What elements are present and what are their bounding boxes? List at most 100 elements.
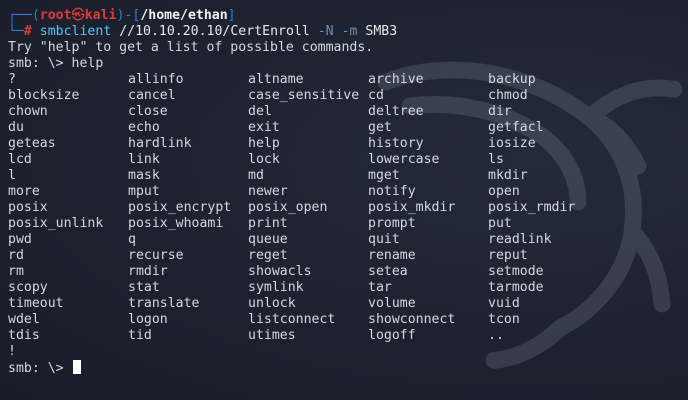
help-command-item: quit bbox=[368, 232, 400, 247]
help-command-item: deltree bbox=[368, 104, 424, 119]
help-command-item: exit bbox=[248, 120, 280, 135]
help-command-item: posix_unlink bbox=[8, 216, 104, 231]
help-command-item: queue bbox=[248, 232, 288, 247]
help-command-item: del bbox=[248, 104, 272, 119]
help-command-item: unlock bbox=[248, 296, 296, 311]
help-command-item: link bbox=[128, 152, 160, 167]
help-command-item: posix_open bbox=[248, 200, 328, 215]
help-command-item: mput bbox=[128, 184, 160, 199]
help-command-item: recurse bbox=[128, 248, 184, 263]
help-command-item: altname bbox=[248, 72, 304, 87]
help-command-item: dir bbox=[488, 104, 512, 119]
smb-help-prompt: smb: \> help bbox=[8, 56, 104, 71]
help-command-item: tcon bbox=[488, 312, 520, 327]
help-command-item: timeout bbox=[8, 296, 64, 311]
prompt-frame-end: ] bbox=[227, 8, 236, 23]
help-command-item: rename bbox=[368, 248, 416, 263]
help-command-item: cancel bbox=[128, 88, 176, 103]
help-command-item bbox=[368, 344, 488, 360]
help-command-item bbox=[128, 344, 248, 360]
help-command-item: tar bbox=[368, 280, 392, 295]
help-command-item: get bbox=[368, 120, 392, 135]
help-command-item: ls bbox=[488, 152, 504, 167]
help-command-item: mkdir bbox=[488, 168, 528, 183]
command-flag-m: -m bbox=[341, 24, 358, 39]
help-command-item: setea bbox=[368, 264, 408, 279]
help-command-item: volume bbox=[368, 296, 416, 311]
help-command-item: rm bbox=[8, 264, 24, 279]
help-command-item: posix_rmdir bbox=[488, 200, 576, 215]
help-command-item: hardlink bbox=[128, 136, 192, 151]
command-proto: SMB3 bbox=[365, 24, 398, 39]
skull-icon: ㉿ bbox=[71, 8, 85, 23]
help-command-item: reget bbox=[248, 248, 288, 263]
help-command-item: tdis bbox=[8, 328, 40, 343]
command-line: └─# smbclient //10.10.20.10/CertEnroll -… bbox=[8, 24, 680, 40]
help-command-item: more bbox=[8, 184, 40, 199]
help-command-item: ! bbox=[8, 344, 16, 359]
help-command-item: geteas bbox=[8, 136, 56, 151]
help-command-item: cd bbox=[368, 88, 384, 103]
help-command-item: allinfo bbox=[128, 72, 184, 87]
help-command-item: lock bbox=[248, 152, 280, 167]
help-command-item: newer bbox=[248, 184, 288, 199]
help-command-item: chmod bbox=[488, 88, 528, 103]
help-command-item: archive bbox=[368, 72, 424, 87]
help-command-item: tid bbox=[128, 328, 152, 343]
help-command-item: posix_mkdir bbox=[368, 200, 456, 215]
help-command-item: readlink bbox=[488, 232, 552, 247]
help-command-item: tarmode bbox=[488, 280, 544, 295]
prompt-frame-top: ┌──( bbox=[8, 8, 40, 23]
hint-line: Try "help" to get a list of possible com… bbox=[8, 40, 374, 55]
help-command-item: utimes bbox=[248, 328, 296, 343]
help-command-item: q bbox=[128, 232, 136, 247]
help-command-item: listconnect bbox=[248, 312, 336, 327]
command-flag-n: -N bbox=[317, 24, 334, 39]
help-command-item: l bbox=[8, 168, 16, 183]
help-command-item: posix_encrypt bbox=[128, 200, 232, 215]
help-command-item: chown bbox=[8, 104, 48, 119]
help-command-item bbox=[248, 344, 368, 360]
smb-prompt-text: smb: \> bbox=[8, 361, 72, 376]
help-command-item: posix bbox=[8, 200, 48, 215]
help-command-item: lcd bbox=[8, 152, 32, 167]
help-command-item: echo bbox=[128, 120, 160, 135]
help-command-item: ? bbox=[8, 72, 16, 87]
help-command-item: reput bbox=[488, 248, 528, 263]
block-cursor-icon bbox=[72, 360, 81, 374]
help-command-item: vuid bbox=[488, 296, 520, 311]
help-command-item: close bbox=[128, 104, 168, 119]
help-command-item: mget bbox=[368, 168, 400, 183]
help-command-item: rd bbox=[8, 248, 24, 263]
help-command-item: translate bbox=[128, 296, 200, 311]
help-command-item: logon bbox=[128, 312, 168, 327]
prompt-line: ┌──(root㉿kali)-[/home/ethan] bbox=[8, 8, 680, 24]
help-command-item: case_sensitive bbox=[248, 88, 360, 103]
help-command-item: notify bbox=[368, 184, 416, 199]
prompt-frame-bottom: └─ bbox=[8, 24, 24, 39]
help-command-item: .. bbox=[488, 328, 504, 343]
help-command-item: wdel bbox=[8, 312, 40, 327]
help-command-item: backup bbox=[488, 72, 536, 87]
prompt-user: root bbox=[39, 8, 72, 23]
help-command-item: pwd bbox=[8, 232, 32, 247]
terminal-window[interactable]: ┌──(root㉿kali)-[/home/ethan] └─# smbclie… bbox=[0, 0, 688, 400]
command-target: //10.10.20.10/CertEnroll bbox=[119, 24, 310, 39]
help-command-item: md bbox=[248, 168, 264, 183]
help-command-item: lowercase bbox=[368, 152, 440, 167]
help-command-item: print bbox=[248, 216, 288, 231]
prompt-hash: # bbox=[23, 24, 32, 39]
help-command-item: du bbox=[8, 120, 24, 135]
help-command-item: open bbox=[488, 184, 520, 199]
terminal-output: ┌──(root㉿kali)-[/home/ethan] └─# smbclie… bbox=[8, 8, 680, 376]
help-command-item: history bbox=[368, 136, 424, 151]
help-command-item: prompt bbox=[368, 216, 416, 231]
help-command-item: symlink bbox=[248, 280, 304, 295]
help-command-item: rmdir bbox=[128, 264, 168, 279]
smb-final-prompt[interactable]: smb: \> bbox=[8, 360, 680, 376]
help-command-item: mask bbox=[128, 168, 160, 183]
help-command-item: showconnect bbox=[368, 312, 456, 327]
help-command-item: stat bbox=[128, 280, 160, 295]
help-command-item bbox=[488, 344, 608, 360]
help-command-item: getfacl bbox=[488, 120, 544, 135]
